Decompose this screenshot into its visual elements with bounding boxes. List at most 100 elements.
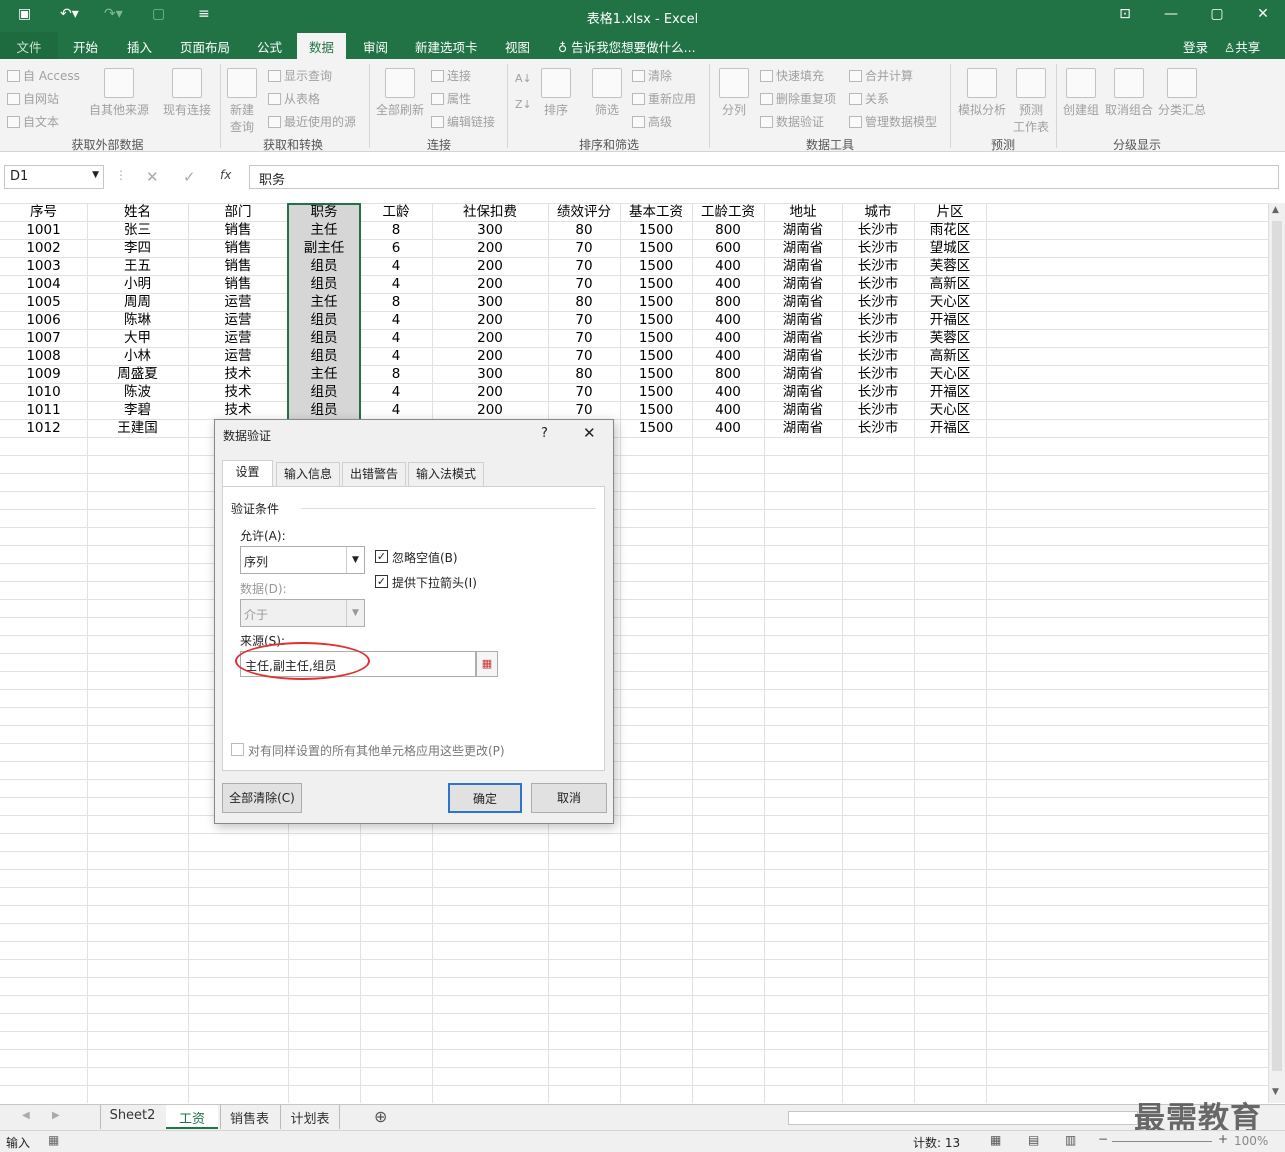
table-cell[interactable]: 600	[692, 239, 764, 257]
prev-sheet-icon[interactable]: ◀	[22, 1110, 30, 1121]
table-cell[interactable]: 陈琳	[87, 311, 188, 329]
table-cell[interactable]: 运营	[188, 329, 288, 347]
table-cell[interactable]: 80	[548, 365, 620, 383]
table-cell[interactable]: 大甲	[87, 329, 188, 347]
table-cell[interactable]: 天心区	[914, 365, 986, 383]
table-cell[interactable]: 周周	[87, 293, 188, 311]
from-text-button[interactable]: 自文本	[7, 113, 59, 130]
login-link[interactable]: 登录	[1183, 37, 1208, 56]
table-cell[interactable]: 4	[360, 275, 432, 293]
column-header-cell[interactable]: 工龄工资	[692, 203, 764, 221]
tab-settings[interactable]: 设置	[222, 460, 273, 487]
table-cell[interactable]: 1007	[0, 329, 87, 347]
tab-file[interactable]: 文件	[0, 32, 58, 59]
table-cell[interactable]: 长沙市	[842, 275, 914, 293]
table-cell[interactable]: 200	[432, 275, 548, 293]
ignore-blank-checkbox[interactable]: ✓	[375, 550, 388, 563]
from-access-button[interactable]: 自 Access	[7, 67, 80, 84]
clear-filter-button[interactable]: 清除	[632, 67, 672, 84]
table-cell[interactable]: 70	[548, 257, 620, 275]
table-cell[interactable]: 长沙市	[842, 365, 914, 383]
table-cell[interactable]: 开福区	[914, 383, 986, 401]
tab-formulas[interactable]: 公式	[257, 37, 282, 56]
table-cell[interactable]: 李碧	[87, 401, 188, 419]
table-cell[interactable]: 技术	[188, 383, 288, 401]
table-cell[interactable]: 1010	[0, 383, 87, 401]
tab-view[interactable]: 视图	[505, 37, 530, 56]
table-cell[interactable]: 运营	[188, 311, 288, 329]
table-cell[interactable]: 湖南省	[764, 239, 842, 257]
table-cell[interactable]: 开福区	[914, 419, 986, 437]
table-cell[interactable]: 湖南省	[764, 383, 842, 401]
table-cell[interactable]: 天心区	[914, 401, 986, 419]
table-cell[interactable]: 销售	[188, 275, 288, 293]
scroll-up-icon[interactable]: ▲	[1272, 205, 1279, 215]
table-cell[interactable]: 长沙市	[842, 347, 914, 365]
table-cell[interactable]: 300	[432, 221, 548, 239]
table-cell[interactable]: 4	[360, 257, 432, 275]
table-cell[interactable]: 1003	[0, 257, 87, 275]
range-picker-icon[interactable]: ▦	[476, 651, 498, 677]
table-cell[interactable]: 200	[432, 311, 548, 329]
table-cell[interactable]: 高新区	[914, 347, 986, 365]
from-other-sources-button[interactable]: 自其他来源	[88, 68, 150, 118]
table-cell[interactable]: 4	[360, 329, 432, 347]
table-cell[interactable]: 长沙市	[842, 293, 914, 311]
table-cell[interactable]: 800	[692, 221, 764, 239]
column-header-cell[interactable]: 序号	[0, 203, 87, 221]
table-cell[interactable]: 王五	[87, 257, 188, 275]
share-button[interactable]: ♙共享	[1224, 37, 1260, 56]
table-cell[interactable]: 70	[548, 311, 620, 329]
table-cell[interactable]: 高新区	[914, 275, 986, 293]
scroll-down-icon[interactable]: ▼	[1272, 1087, 1279, 1097]
table-cell[interactable]: 200	[432, 383, 548, 401]
table-cell[interactable]: 200	[432, 239, 548, 257]
table-cell[interactable]: 1500	[620, 419, 692, 437]
zoom-level[interactable]: 100%	[1234, 1134, 1268, 1148]
worksheet-grid[interactable]: 序号 姓名 部门 职务 工龄 社保扣费 绩效评分 基本工资 工龄工资 地址 城市 片区 1001 张三 销售…	[0, 203, 1268, 1103]
column-header-cell[interactable]: 部门	[188, 203, 288, 221]
table-cell[interactable]: 湖南省	[764, 365, 842, 383]
tab-new-tab[interactable]: 新建选项卡	[415, 37, 478, 56]
table-cell[interactable]: 400	[692, 347, 764, 365]
column-header-cell[interactable]: 社保扣费	[432, 203, 548, 221]
table-cell[interactable]: 湖南省	[764, 275, 842, 293]
table-cell[interactable]: 1500	[620, 311, 692, 329]
table-cell[interactable]: 1500	[620, 347, 692, 365]
table-cell[interactable]: 周盛夏	[87, 365, 188, 383]
table-cell[interactable]: 400	[692, 311, 764, 329]
table-cell[interactable]: 李四	[87, 239, 188, 257]
connections-button[interactable]: 连接	[431, 67, 471, 84]
filter-button[interactable]: 筛选	[590, 68, 624, 118]
add-sheet-icon[interactable]: ⊕	[374, 1107, 387, 1126]
name-box[interactable]: D1 ▼	[4, 165, 104, 189]
table-cell[interactable]: 小明	[87, 275, 188, 293]
help-button[interactable]: ?	[541, 426, 548, 441]
tab-page-layout[interactable]: 页面布局	[180, 37, 230, 56]
table-cell[interactable]: 销售	[188, 239, 288, 257]
tab-home[interactable]: 开始	[73, 37, 98, 56]
tell-me-search[interactable]: ♁ 告诉我您想要做什么...	[558, 37, 696, 56]
table-cell[interactable]: 销售	[188, 221, 288, 239]
table-cell[interactable]: 1005	[0, 293, 87, 311]
column-header-cell[interactable]: 基本工资	[620, 203, 692, 221]
table-cell[interactable]: 400	[692, 401, 764, 419]
table-cell[interactable]: 长沙市	[842, 419, 914, 437]
table-cell[interactable]: 400	[692, 383, 764, 401]
table-cell[interactable]: 湖南省	[764, 347, 842, 365]
table-cell[interactable]: 80	[548, 221, 620, 239]
maximize-icon[interactable]: ▢	[1202, 6, 1232, 22]
table-cell[interactable]: 1012	[0, 419, 87, 437]
table-cell[interactable]: 70	[548, 275, 620, 293]
table-cell[interactable]: 长沙市	[842, 239, 914, 257]
table-cell[interactable]: 8	[360, 293, 432, 311]
sheet-tab-sales[interactable]: 销售表	[220, 1105, 278, 1129]
close-window-icon[interactable]: ✕	[1248, 6, 1278, 22]
page-layout-view-icon[interactable]: ▤	[1028, 1133, 1039, 1147]
table-cell[interactable]: 1500	[620, 293, 692, 311]
table-cell[interactable]: 70	[548, 329, 620, 347]
table-cell[interactable]: 王建国	[87, 419, 188, 437]
group-button[interactable]: 创建组	[1060, 68, 1102, 118]
text-to-columns-button[interactable]: 分列	[714, 68, 754, 118]
column-header-cell[interactable]: 姓名	[87, 203, 188, 221]
